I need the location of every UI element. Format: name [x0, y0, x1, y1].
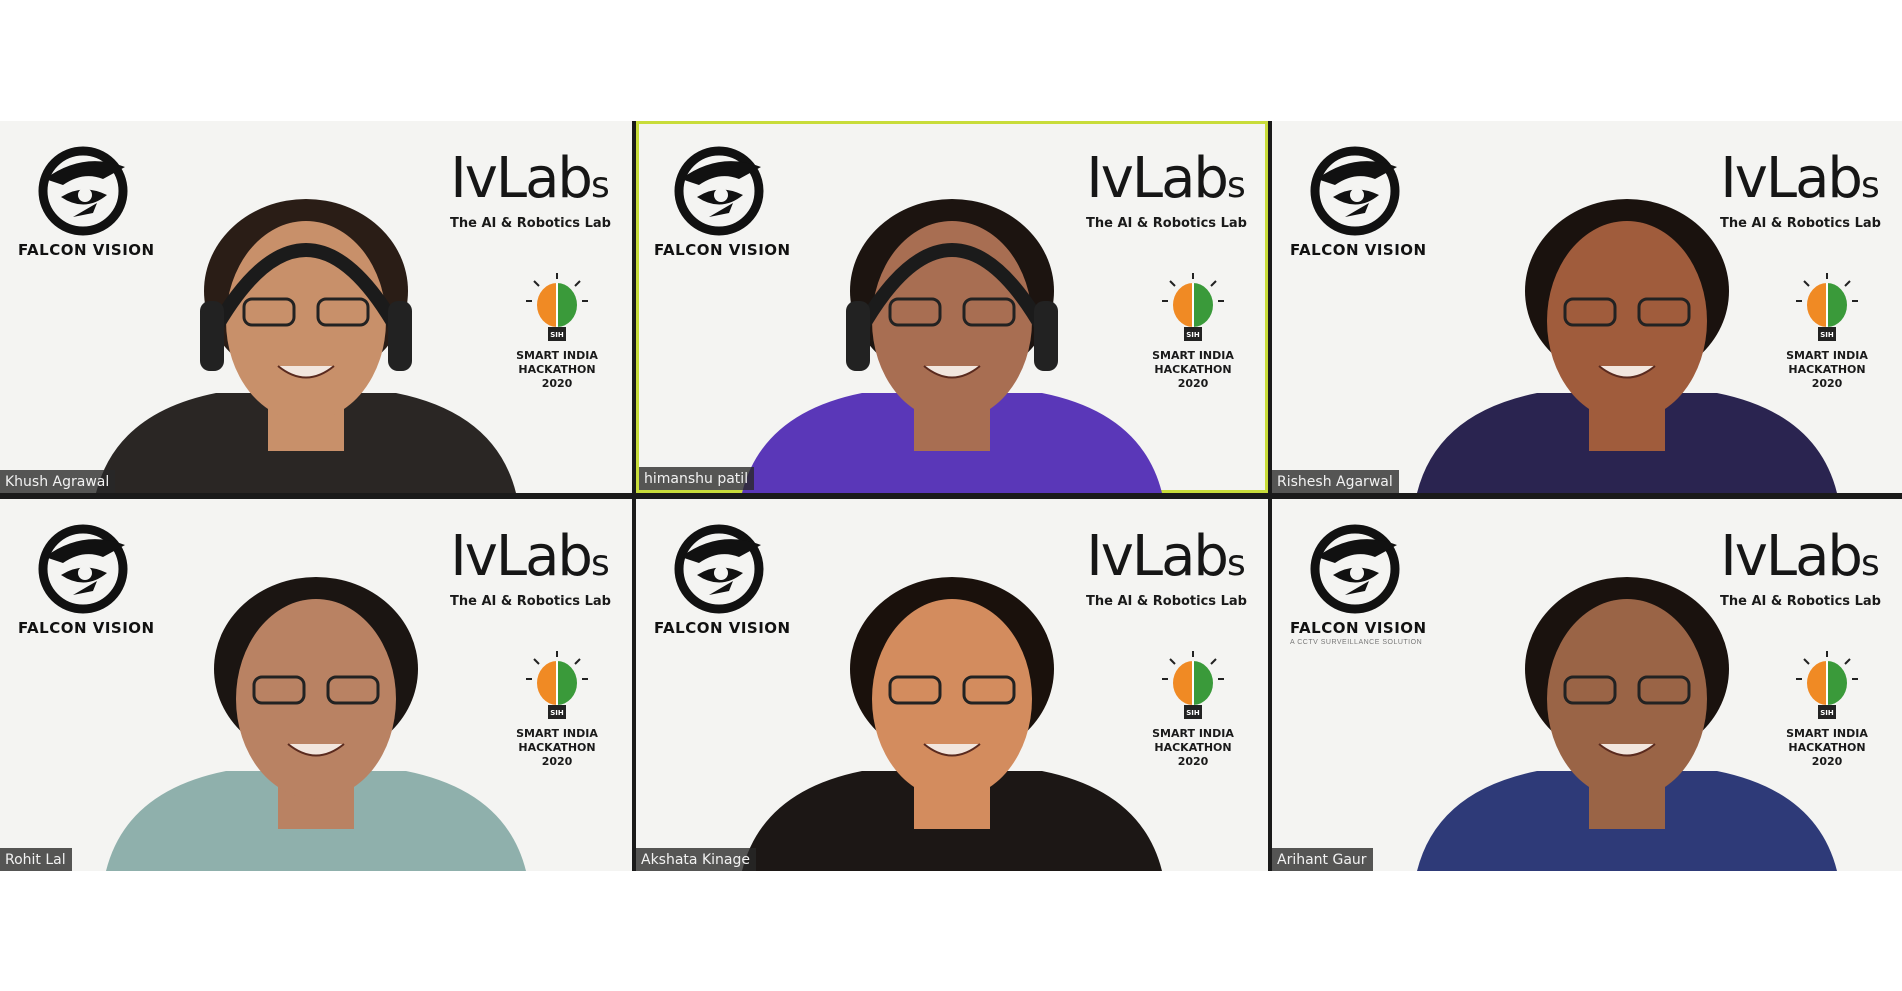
falcon-vision-name: FALCON VISION: [654, 619, 791, 637]
falcon-vision-name: FALCON VISION: [1290, 241, 1427, 259]
ivlabs-subtitle: The AI & Robotics Lab: [1720, 216, 1881, 231]
participant-name-label: Rishesh Agarwal: [1272, 470, 1399, 493]
falcon-vision-tagline: [18, 261, 148, 270]
lightbulb-brain-icon: SIH: [1796, 651, 1858, 719]
participant-tile[interactable]: FALCON VISION A CCTV SURVEILLANCE SOLUTI…: [1272, 499, 1902, 871]
sih-badge-text: SIH: [1820, 709, 1834, 717]
ivlabs-subtitle: The AI & Robotics Lab: [1086, 594, 1247, 609]
falcon-vision-name: FALCON VISION: [18, 619, 155, 637]
lightbulb-brain-icon: SIH: [526, 651, 588, 719]
falcon-eye-icon: [1310, 146, 1400, 236]
participant-tile[interactable]: FALCON VISION IvLabs The AI & Robotics L…: [636, 121, 1268, 493]
sih-text: SMART INDIA HACKATHON 2020: [516, 349, 598, 390]
sih-badge-text: SIH: [550, 709, 564, 717]
participant-name-label: Rohit Lal: [0, 848, 72, 871]
lightbulb-brain-icon: SIH: [526, 273, 588, 341]
headphones-left: [200, 301, 224, 371]
ivlabs-subtitle: The AI & Robotics Lab: [450, 594, 611, 609]
falcon-eye-icon: [38, 524, 128, 614]
participant-name-label: Arihant Gaur: [1272, 848, 1373, 871]
sih-text: SMART INDIA HACKATHON 2020: [1152, 727, 1234, 768]
falcon-eye-icon: [674, 146, 764, 236]
sih-logo: SIH SMART INDIA HACKATHON 2020: [1782, 649, 1872, 769]
ivlabs-logo: IvLabs The AI & Robotics Lab: [450, 146, 611, 232]
headphones-left: [846, 301, 870, 371]
sih-text: SMART INDIA HACKATHON 2020: [1152, 349, 1234, 390]
ivlabs-subtitle: The AI & Robotics Lab: [1086, 216, 1247, 231]
sih-logo: SIH SMART INDIA HACKATHON 2020: [512, 649, 602, 769]
falcon-vision-tagline: [654, 639, 784, 648]
falcon-vision-logo: FALCON VISION: [654, 517, 791, 648]
lightbulb-brain-icon: SIH: [1796, 273, 1858, 341]
falcon-vision-logo: FALCON VISION: [1290, 139, 1427, 270]
falcon-vision-name: FALCON VISION: [1290, 619, 1427, 637]
falcon-vision-tagline: [1290, 261, 1420, 270]
ivlabs-logo: IvLabs The AI & Robotics Lab: [1720, 524, 1881, 610]
face: [1547, 221, 1707, 421]
lightbulb-brain-icon: SIH: [1162, 273, 1224, 341]
ivlabs-wordmark: IvLabs: [450, 524, 610, 589]
sih-logo: SIH SMART INDIA HACKATHON 2020: [1148, 271, 1238, 391]
falcon-vision-name: FALCON VISION: [18, 241, 155, 259]
participant-name-label: himanshu patil: [639, 467, 755, 490]
sih-text: SMART INDIA HACKATHON 2020: [1786, 349, 1868, 390]
sih-badge-text: SIH: [1186, 331, 1200, 339]
ivlabs-wordmark: IvLabs: [1086, 146, 1246, 211]
headphones-right: [1034, 301, 1058, 371]
participant-tile[interactable]: FALCON VISION IvLabs The AI & Robotics L…: [1272, 121, 1902, 493]
participant-name-label: Khush Agrawal: [0, 470, 116, 493]
ivlabs-logo: IvLabs The AI & Robotics Lab: [1086, 524, 1247, 610]
ivlabs-wordmark: IvLabs: [1720, 146, 1880, 211]
participant-tile[interactable]: FALCON VISION IvLabs The AI & Robotics L…: [0, 499, 632, 871]
falcon-vision-logo: FALCON VISION: [18, 517, 155, 648]
participant-gallery: FALCON VISION IvLabs The AI & Robotics L…: [0, 121, 1902, 871]
ivlabs-logo: IvLabs The AI & Robotics Lab: [1086, 146, 1247, 232]
ivlabs-wordmark: IvLabs: [450, 146, 610, 211]
participant-tile[interactable]: FALCON VISION IvLabs The AI & Robotics L…: [0, 121, 632, 493]
sih-badge-text: SIH: [1820, 331, 1834, 339]
falcon-eye-icon: [1310, 524, 1400, 614]
sih-logo: SIH SMART INDIA HACKATHON 2020: [1148, 649, 1238, 769]
ivlabs-logo: IvLabs The AI & Robotics Lab: [450, 524, 611, 610]
falcon-eye-icon: [38, 146, 128, 236]
falcon-vision-name: FALCON VISION: [654, 241, 791, 259]
video-call-stage: FALCON VISION IvLabs The AI & Robotics L…: [0, 0, 1902, 991]
lightbulb-brain-icon: SIH: [1162, 651, 1224, 719]
falcon-vision-tagline: A CCTV SURVEILLANCE SOLUTION: [1290, 639, 1423, 646]
participant-name-label: Akshata Kinage: [636, 848, 756, 871]
falcon-vision-logo: FALCON VISION: [654, 139, 791, 270]
ivlabs-logo: IvLabs The AI & Robotics Lab: [1720, 146, 1881, 232]
participant-tile[interactable]: FALCON VISION IvLabs The AI & Robotics L…: [636, 499, 1268, 871]
ivlabs-wordmark: IvLabs: [1720, 524, 1880, 589]
falcon-vision-logo: FALCON VISION A CCTV SURVEILLANCE SOLUTI…: [1290, 517, 1427, 648]
face: [872, 599, 1032, 799]
ivlabs-wordmark: IvLabs: [1086, 524, 1246, 589]
sih-text: SMART INDIA HACKATHON 2020: [516, 727, 598, 768]
falcon-vision-tagline: [654, 261, 784, 270]
sih-logo: SIH SMART INDIA HACKATHON 2020: [1782, 271, 1872, 391]
sih-badge-text: SIH: [1186, 709, 1200, 717]
face: [236, 599, 396, 799]
ivlabs-subtitle: The AI & Robotics Lab: [450, 216, 611, 231]
sih-logo: SIH SMART INDIA HACKATHON 2020: [512, 271, 602, 391]
falcon-vision-logo: FALCON VISION: [18, 139, 155, 270]
ivlabs-subtitle: The AI & Robotics Lab: [1720, 594, 1881, 609]
face: [1547, 599, 1707, 799]
falcon-eye-icon: [674, 524, 764, 614]
sih-text: SMART INDIA HACKATHON 2020: [1786, 727, 1868, 768]
headphones-right: [388, 301, 412, 371]
sih-badge-text: SIH: [550, 331, 564, 339]
falcon-vision-tagline: [18, 639, 148, 648]
